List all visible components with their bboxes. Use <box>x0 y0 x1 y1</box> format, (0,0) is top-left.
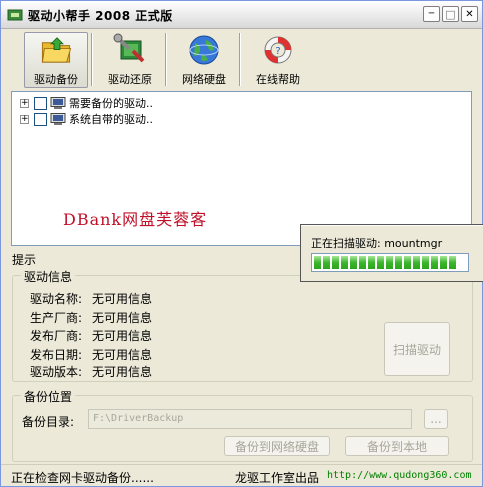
progress-segment <box>422 256 429 269</box>
progress-segment <box>368 256 375 269</box>
tree-node-backup-drivers[interactable]: + 需要备份的驱动.. <box>20 95 153 111</box>
maximize-icon: □ <box>445 7 456 21</box>
toolbar-separator <box>165 33 167 86</box>
backup-to-netdisk-button[interactable]: 备份到网络硬盘 <box>224 436 330 456</box>
window-title: 驱动小帮手 2008 正式版 <box>28 9 173 23</box>
computer-icon <box>50 112 66 125</box>
tab-label: 驱动备份 <box>34 73 78 86</box>
progress-segment <box>359 256 366 269</box>
info-row-manufacturer: 生产厂商: 无可用信息 <box>19 309 152 326</box>
info-row-date: 发布日期: 无可用信息 <box>19 346 152 363</box>
group-title: 驱动信息 <box>21 268 76 285</box>
status-bar: 正在检查网卡驱动备份...... 龙驱工作室出品 http://www.qudo… <box>1 464 482 486</box>
tab-label: 在线帮助 <box>256 73 300 86</box>
main-window: 驱动小帮手 2008 正式版 ─ □ ✕ 驱动备份 驱动还原 网络硬盘 ? 在线… <box>0 0 483 487</box>
tools-icon <box>113 33 145 63</box>
status-url-link[interactable]: http://www.qudong360.com <box>327 470 472 481</box>
close-icon: ✕ <box>465 8 474 20</box>
browse-button[interactable]: ... <box>424 409 448 429</box>
title-bar: 驱动小帮手 2008 正式版 ─ □ ✕ <box>1 1 482 29</box>
expand-icon[interactable]: + <box>20 98 29 108</box>
info-row-version: 驱动版本: 无可用信息 <box>19 363 152 380</box>
progress-segment <box>314 256 321 269</box>
tree-node-label: 需要备份的驱动.. <box>69 97 153 110</box>
lifebuoy-icon: ? <box>264 36 292 64</box>
toolbar-separator <box>239 33 241 86</box>
info-value: 无可用信息 <box>92 348 153 362</box>
status-text: 正在检查网卡驱动备份...... <box>11 471 154 485</box>
tab-label: 驱动还原 <box>108 73 152 86</box>
status-company: 龙驱工作室出品 <box>235 471 320 485</box>
info-value: 无可用信息 <box>92 292 153 306</box>
progress-segment <box>404 256 411 269</box>
globe-icon <box>189 35 219 65</box>
info-row-publisher: 发布厂商: 无可用信息 <box>19 327 152 344</box>
backup-dir-input[interactable]: F:\DriverBackup <box>88 409 412 429</box>
info-value: 无可用信息 <box>92 365 153 379</box>
progress-segment <box>332 256 339 269</box>
info-value: 无可用信息 <box>92 329 153 343</box>
progress-segment <box>440 256 447 269</box>
minimize-icon: ─ <box>428 9 435 19</box>
expand-icon[interactable]: + <box>20 114 29 124</box>
progress-segment <box>350 256 357 269</box>
info-value: 无可用信息 <box>92 311 153 325</box>
info-key: 驱动版本: <box>30 365 83 379</box>
tab-driver-restore[interactable]: 驱动还原 <box>98 32 162 88</box>
progress-segment <box>386 256 393 269</box>
toolbar-separator <box>91 33 93 86</box>
backup-to-local-button[interactable]: 备份到本地 <box>345 436 449 456</box>
info-key: 驱动名称: <box>30 292 83 306</box>
progress-segment <box>395 256 402 269</box>
progress-segment <box>341 256 348 269</box>
folder-icon <box>41 37 72 63</box>
tab-label: 网络硬盘 <box>182 73 226 86</box>
progress-segment <box>431 256 438 269</box>
tree-node-label: 系统自带的驱动.. <box>69 113 153 126</box>
minimize-button[interactable]: ─ <box>423 6 440 22</box>
info-key: 发布日期: <box>30 348 83 362</box>
watermark: DBank网盘芙蓉客 <box>63 210 208 229</box>
tree-checkbox[interactable] <box>34 96 47 110</box>
info-row-name: 驱动名称: 无可用信息 <box>19 290 152 307</box>
scan-progress-bar <box>311 253 469 272</box>
progress-segment <box>377 256 384 269</box>
tab-driver-backup[interactable]: 驱动备份 <box>24 32 88 88</box>
backup-dir-label: 备份目录: <box>22 415 75 429</box>
group-title: 备份位置 <box>21 388 76 405</box>
tab-net-disk[interactable]: 网络硬盘 <box>172 32 236 88</box>
close-button[interactable]: ✕ <box>461 6 478 22</box>
scan-drivers-button[interactable]: 扫描驱动 <box>384 322 450 376</box>
tree-node-system-drivers[interactable]: + 系统自带的驱动.. <box>20 111 153 127</box>
computer-icon <box>50 96 66 109</box>
maximize-button[interactable]: □ <box>442 6 459 22</box>
scan-progress-popup: 正在扫描驱动: mountmgr <box>300 224 483 282</box>
app-icon <box>7 9 23 21</box>
toolbar: 驱动备份 驱动还原 网络硬盘 ? 在线帮助 <box>1 30 482 90</box>
info-key: 生产厂商: <box>30 311 83 325</box>
svg-text:?: ? <box>275 46 280 57</box>
info-key: 发布厂商: <box>30 329 83 343</box>
progress-segment <box>449 256 456 269</box>
progress-segment <box>413 256 420 269</box>
tree-checkbox[interactable] <box>34 112 47 126</box>
progress-segment <box>323 256 330 269</box>
tab-online-help[interactable]: ? 在线帮助 <box>246 32 310 88</box>
scan-progress-label: 正在扫描驱动: mountmgr <box>311 237 443 250</box>
tip-label: 提示 <box>12 253 37 267</box>
